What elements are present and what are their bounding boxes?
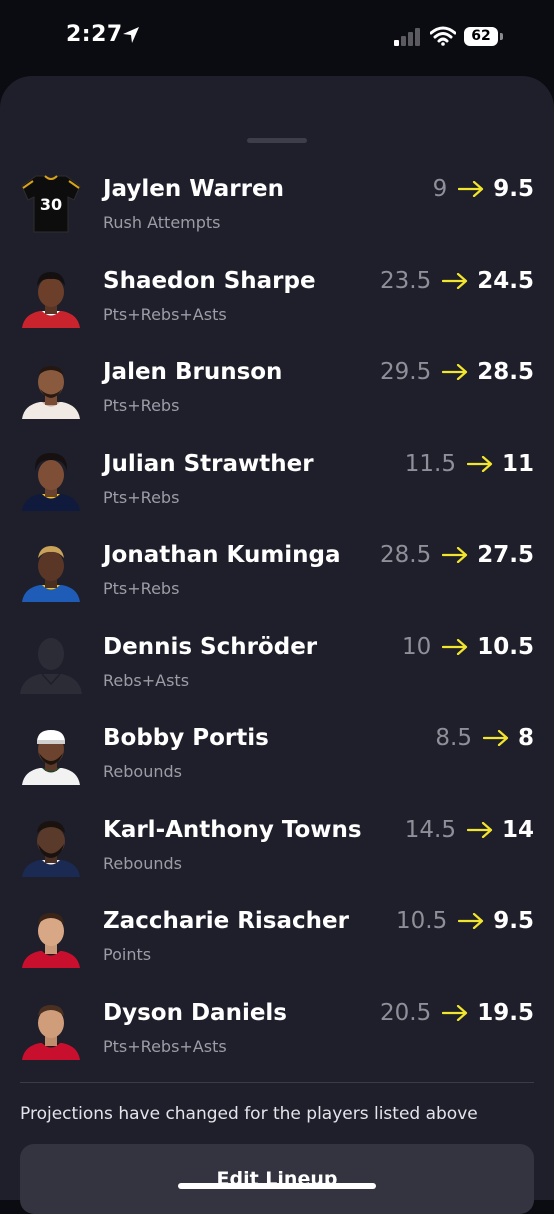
player-list: 30 Jaylen Warren Rush Attempts 9 9.5 Sha… — [0, 166, 554, 1081]
old-projection: 9 — [432, 176, 448, 202]
stat-type: Pts+Rebs — [103, 487, 180, 507]
old-projection: 20.5 — [380, 999, 432, 1026]
new-projection: 14 — [501, 816, 534, 843]
new-projection: 9.5 — [493, 908, 534, 934]
projection-change: 9 9.5 — [433, 176, 534, 202]
old-projection: 14.5 — [404, 816, 456, 843]
player-headshot — [18, 353, 84, 419]
bottom-sheet: 30 Jaylen Warren Rush Attempts 9 9.5 Sha… — [0, 76, 554, 1214]
player-headshot — [18, 262, 84, 328]
old-projection: 10.5 — [396, 908, 448, 934]
arrow-right-icon — [458, 181, 484, 197]
player-name: Dennis Schröder — [103, 633, 318, 660]
projection-change-note: Projections have changed for the players… — [20, 1104, 478, 1124]
player-row: Shaedon Sharpe Pts+Rebs+Asts 23.5 24.5 — [0, 258, 554, 350]
jersey-number: 30 — [40, 195, 62, 214]
battery-tip — [500, 33, 503, 40]
arrow-right-icon — [442, 547, 468, 563]
player-row: Zaccharie Risacher Points 10.5 9.5 — [0, 898, 554, 990]
projection-change: 29.5 28.5 — [380, 359, 534, 385]
player-name: Julian Strawther — [103, 450, 314, 477]
player-headshot — [18, 536, 84, 602]
divider — [20, 1082, 534, 1083]
player-row: Karl-Anthony Towns Rebounds 14.5 14 — [0, 807, 554, 899]
projection-change: 23.5 24.5 — [380, 268, 534, 294]
projection-change: 14.5 14 — [405, 817, 534, 843]
stat-type: Rebs+Asts — [103, 670, 190, 690]
status-bar: 2:27 62 — [0, 0, 554, 76]
stat-type: Pts+Rebs — [103, 396, 180, 415]
player-name: Jonathan Kuminga — [103, 542, 341, 568]
player-headshot — [18, 811, 84, 877]
edit-lineup-button[interactable]: Edit Lineup — [20, 1144, 534, 1214]
old-projection: 28.5 — [380, 542, 432, 568]
cellular-signal-icon — [394, 28, 420, 46]
player-row: Julian Strawther Pts+Rebs 11.5 11 — [0, 441, 554, 533]
player-headshot — [18, 902, 84, 968]
new-projection: 28.5 — [477, 359, 534, 385]
projection-change: 8.5 8 — [435, 725, 534, 751]
old-projection: 11.5 — [404, 450, 456, 477]
player-row: Dennis Schröder Rebs+Asts 10 10.5 — [0, 624, 554, 716]
home-indicator[interactable] — [178, 1183, 376, 1189]
new-projection: 11 — [501, 450, 534, 477]
player-headshot — [18, 719, 84, 785]
stat-type: Points — [103, 945, 152, 964]
stat-type: Rebounds — [103, 762, 182, 781]
arrow-right-icon — [482, 730, 509, 746]
player-name: Karl-Anthony Towns — [103, 816, 362, 843]
player-name: Bobby Portis — [103, 725, 269, 751]
projection-change: 10.5 9.5 — [396, 908, 534, 934]
player-name: Jaylen Warren — [103, 176, 284, 202]
new-projection: 19.5 — [477, 999, 534, 1026]
old-projection: 10 — [401, 633, 432, 660]
arrow-right-icon — [466, 455, 493, 472]
arrow-right-icon — [442, 1004, 468, 1021]
stat-type: Pts+Rebs — [103, 579, 180, 598]
player-row: 30 Jaylen Warren Rush Attempts 9 9.5 — [0, 166, 554, 258]
old-projection: 29.5 — [380, 359, 432, 385]
projection-change: 11.5 11 — [405, 451, 534, 477]
arrow-right-icon — [442, 638, 468, 655]
battery-indicator: 62 — [464, 27, 498, 46]
status-time: 2:27 — [66, 22, 123, 47]
stat-type: Pts+Rebs+Asts — [103, 1036, 227, 1056]
old-projection: 23.5 — [380, 267, 432, 294]
new-projection: 9.5 — [493, 176, 534, 202]
player-row: Jonathan Kuminga Pts+Rebs 28.5 27.5 — [0, 532, 554, 624]
old-projection: 8.5 — [435, 725, 472, 751]
new-projection: 27.5 — [477, 542, 534, 568]
player-name: Zaccharie Risacher — [103, 908, 349, 934]
stat-type: Rebounds — [103, 853, 182, 873]
arrow-right-icon — [442, 364, 468, 380]
player-headshot — [18, 445, 84, 511]
stat-type: Rush Attempts — [103, 213, 221, 232]
player-row: Bobby Portis Rebounds 8.5 8 — [0, 715, 554, 807]
stat-type: Pts+Rebs+Asts — [103, 304, 227, 324]
new-projection: 10.5 — [477, 633, 534, 660]
wifi-icon — [430, 26, 456, 46]
arrow-right-icon — [466, 821, 493, 838]
player-row: Dyson Daniels Pts+Rebs+Asts 20.5 19.5 — [0, 990, 554, 1082]
new-projection: 24.5 — [477, 267, 534, 294]
player-name: Dyson Daniels — [103, 999, 287, 1026]
location-arrow-icon — [123, 27, 139, 43]
new-projection: 8 — [517, 725, 534, 751]
projection-change: 20.5 19.5 — [380, 1000, 534, 1026]
sheet-grabber[interactable] — [247, 138, 307, 143]
arrow-right-icon — [442, 272, 468, 289]
projection-change: 28.5 27.5 — [380, 542, 534, 568]
jersey-icon: 30 — [18, 170, 84, 236]
arrow-right-icon — [458, 913, 484, 929]
silhouette-icon — [18, 628, 84, 694]
player-row: Jalen Brunson Pts+Rebs 29.5 28.5 — [0, 349, 554, 441]
player-headshot — [18, 994, 84, 1060]
projection-change: 10 10.5 — [402, 634, 534, 660]
player-name: Jalen Brunson — [103, 359, 283, 385]
player-name: Shaedon Sharpe — [103, 267, 316, 294]
